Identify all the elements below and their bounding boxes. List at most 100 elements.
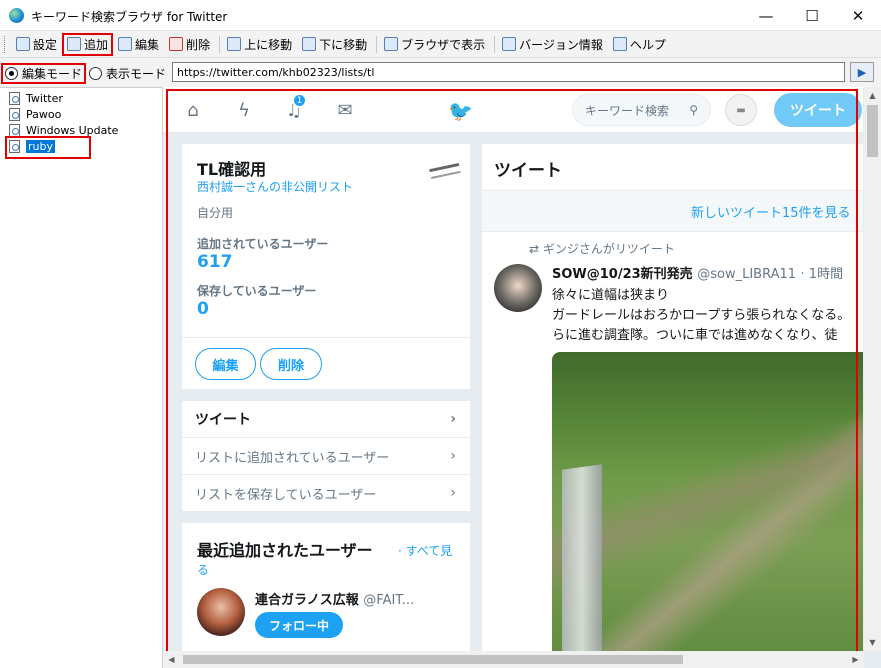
scroll-right-arrow-icon[interactable]: ▶: [847, 651, 864, 668]
user-avatar[interactable]: [197, 588, 245, 636]
delete-button[interactable]: 削除: [165, 34, 214, 55]
edit-pencil-icon: [118, 37, 133, 51]
list-menu-card: ツイート › リストに追加されているユーザー › リストを保存しているユーザー …: [182, 401, 470, 511]
profile-avatar[interactable]: ▬: [725, 94, 757, 126]
subscribers-label: 保存しているユーザー: [197, 284, 317, 298]
list-description: 自分用: [197, 206, 234, 220]
url-input[interactable]: [172, 62, 845, 82]
retweet-context: ⇄ ギンジさんがリツイート: [529, 240, 675, 257]
horizontal-scrollbar[interactable]: ◀ ▶: [163, 651, 864, 668]
menu-item-members[interactable]: リストに追加されているユーザー ›: [182, 438, 470, 475]
edit-mode-radio[interactable]: 編集モード: [0, 63, 87, 84]
tree-item-pawoo[interactable]: Pawoo: [0, 106, 162, 122]
view-mode-radio[interactable]: 表示モード: [86, 64, 169, 83]
go-button[interactable]: ▶: [850, 62, 874, 82]
delete-x-icon: [169, 37, 184, 51]
list-info-card: TL確認用 西村誠一さんの非公開リスト 自分用 追加されているユーザー 617 …: [182, 144, 470, 389]
edit-button[interactable]: 編集: [114, 34, 163, 55]
tweet-text-line: ガードレールはおろかロープすら張られなくなる。: [552, 308, 851, 323]
see-all-link[interactable]: · すべて見: [398, 542, 452, 559]
subscribers-count[interactable]: 0: [197, 299, 209, 319]
list-owner-avatar-icon: [429, 162, 461, 180]
menu-item-subscribers[interactable]: リストを保存しているユーザー ›: [182, 475, 470, 512]
help-label: ヘルプ: [629, 37, 666, 52]
user-name: 連合ガラノス広報: [255, 593, 359, 608]
twitter-bird-icon: 🐦: [448, 99, 473, 123]
page-icon: [9, 123, 20, 137]
arrow-down-icon: [302, 37, 317, 51]
toolbar-separator: [376, 35, 378, 53]
recent-users-title: 最近追加されたユーザー: [197, 541, 373, 560]
maximize-button[interactable]: ☐: [789, 0, 835, 31]
search-icon: ⚲: [689, 103, 698, 117]
scroll-thumb[interactable]: [183, 655, 683, 664]
tweet-author-handle: @sow_LIBRA11: [697, 267, 797, 282]
tree-item-twitter[interactable]: Twitter: [0, 90, 162, 106]
search-input[interactable]: キーワード検索 ⚲: [572, 94, 711, 126]
minimize-button[interactable]: —: [743, 0, 789, 31]
move-down-button[interactable]: 下に移動: [298, 34, 371, 55]
info-window-icon: [502, 37, 517, 51]
tweet-button[interactable]: ツイート: [774, 93, 862, 127]
embedded-browser[interactable]: ⌂ ϟ ♫ 1 ✉ 🐦 キーワード検索 ⚲ ▬ ツイート TL確認用 西村誠一さ…: [163, 87, 881, 668]
messages-envelope-icon[interactable]: ✉: [334, 99, 356, 121]
tweet-time: · 1時間: [800, 267, 844, 282]
move-up-button[interactable]: 上に移動: [223, 34, 296, 55]
page-icon: [9, 107, 20, 121]
add-page-icon: [67, 37, 82, 51]
members-count[interactable]: 617: [197, 252, 233, 272]
move-up-label: 上に移動: [244, 37, 293, 52]
version-label: バージョン情報: [519, 37, 603, 52]
address-row: 編集モード 表示モード ▶: [0, 58, 881, 87]
recent-users-card: 最近追加されたユーザー · すべて見 る 連合ガラノス広報 @FAIT... フ…: [182, 523, 470, 668]
new-tweets-bar[interactable]: 新しいツイート15件を見る: [482, 190, 863, 232]
edit-label: 編集: [135, 37, 160, 52]
chevron-right-icon: ›: [450, 448, 456, 464]
close-button[interactable]: ✕: [835, 0, 881, 31]
divider: [182, 337, 470, 338]
scroll-up-arrow-icon[interactable]: ▲: [864, 87, 881, 104]
scroll-thumb[interactable]: [867, 105, 878, 157]
title-bar: キーワード検索ブラウザ for Twitter — ☐ ✕: [0, 0, 881, 31]
vertical-scrollbar[interactable]: ▲ ▼: [864, 87, 881, 651]
menu-item-tweets[interactable]: ツイート ›: [182, 401, 470, 438]
gun-avatar-icon: ▬: [736, 104, 746, 116]
retweet-icon: ⇄: [529, 242, 543, 256]
twitter-header: ⌂ ϟ ♫ 1 ✉ 🐦 キーワード検索 ⚲ ▬ ツイート: [163, 87, 863, 133]
scroll-down-arrow-icon[interactable]: ▼: [864, 634, 881, 651]
settings-button[interactable]: 設定: [12, 34, 61, 55]
following-button[interactable]: フォロー中: [255, 612, 343, 638]
home-icon[interactable]: ⌂: [182, 99, 204, 121]
view-mode-label: 表示モード: [106, 67, 167, 81]
chevron-right-icon: ›: [450, 485, 456, 501]
version-button[interactable]: バージョン情報: [498, 34, 607, 55]
user-name-row[interactable]: 連合ガラノス広報 @FAIT...: [255, 589, 414, 608]
move-down-label: 下に移動: [319, 37, 368, 52]
moments-bolt-icon[interactable]: ϟ: [233, 99, 255, 121]
add-button[interactable]: 追加: [62, 32, 114, 56]
list-delete-button[interactable]: 削除: [260, 348, 322, 380]
tree-item-label: Twitter: [26, 91, 63, 105]
help-button[interactable]: ヘルプ: [609, 34, 670, 55]
toolbar-separator: [219, 35, 221, 53]
notification-badge: 1: [292, 93, 307, 108]
tweet-text-line: 徐々に道幅は狭まり: [552, 288, 670, 303]
list-owner-link[interactable]: 西村誠一さんの非公開リスト: [197, 178, 353, 195]
help-book-icon: [612, 37, 627, 51]
see-all-link-cont[interactable]: る: [197, 561, 209, 578]
radio-unchecked-icon: [89, 67, 102, 80]
user-handle: @FAIT...: [363, 593, 415, 608]
tweet-photo[interactable]: [552, 352, 863, 668]
delete-label: 削除: [186, 37, 211, 52]
tweet-author-avatar[interactable]: [494, 264, 542, 312]
list-edit-button[interactable]: 編集: [195, 348, 256, 380]
tweet-author-row[interactable]: SOW@10/23新刊発売 @sow_LIBRA11 · 1時間: [552, 263, 843, 282]
settings-label: 設定: [33, 37, 58, 52]
scroll-left-arrow-icon[interactable]: ◀: [163, 651, 180, 668]
menu-item-label: ツイート: [195, 412, 251, 428]
members-label: 追加されているユーザー: [197, 237, 329, 251]
open-browser-button[interactable]: ブラウザで表示: [380, 34, 489, 55]
chevron-right-icon: ›: [450, 411, 456, 427]
toolbar-grip: [4, 35, 7, 53]
timeline-title: ツイート: [494, 161, 562, 181]
